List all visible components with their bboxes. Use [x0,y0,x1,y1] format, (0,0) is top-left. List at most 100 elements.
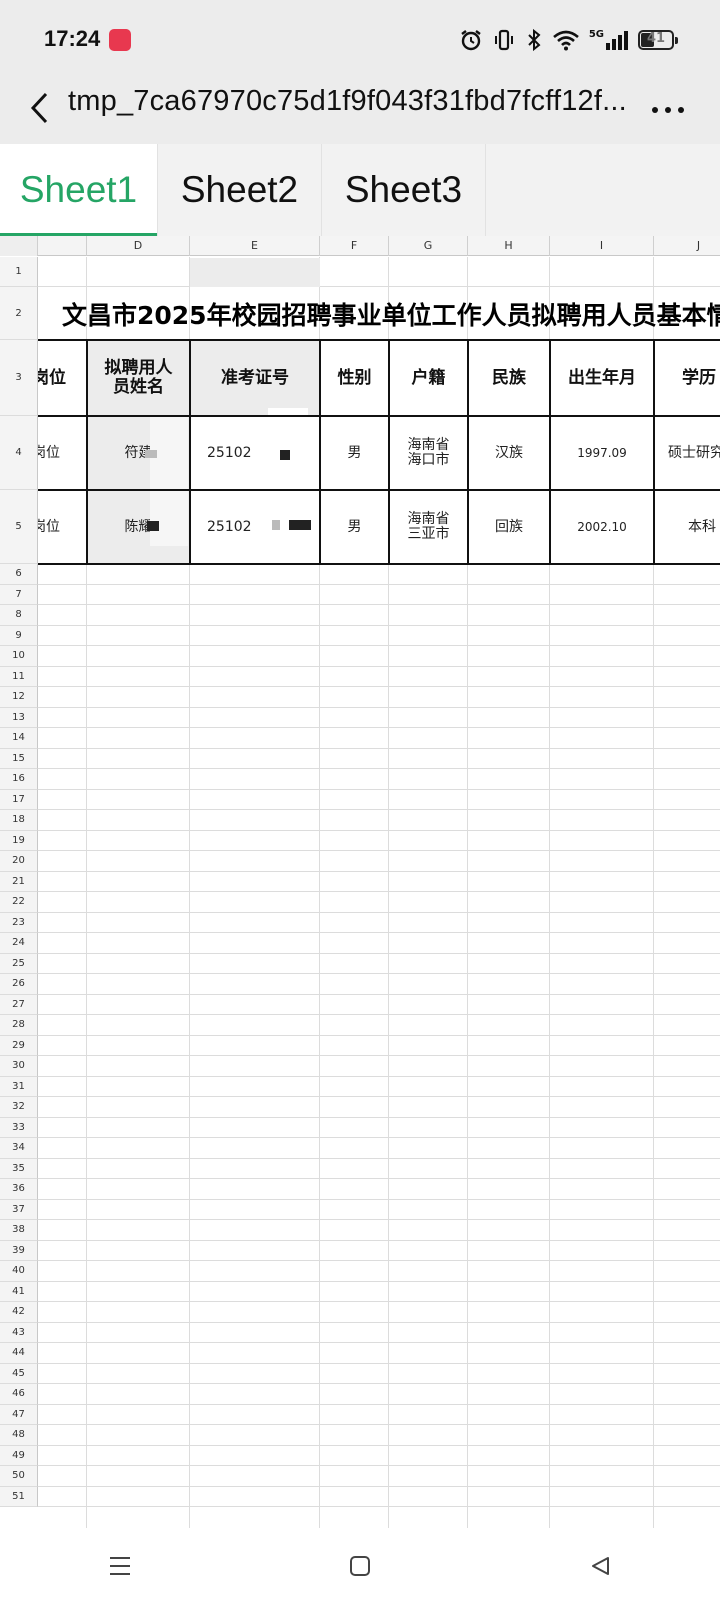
row-header[interactable]: 4 [0,416,38,490]
row-header[interactable]: 46 [0,1384,38,1405]
header-position[interactable]: 岗位 [38,340,87,416]
redaction-mark [272,520,280,530]
column-header-j[interactable]: J [654,236,720,256]
record-2-hukou[interactable]: 海南省三亚市 [389,490,468,564]
header-ethnicity[interactable]: 民族 [468,340,550,416]
column-header-g[interactable]: G [389,236,468,256]
row-header[interactable]: 15 [0,748,38,769]
row-header[interactable]: 47 [0,1404,38,1425]
row-header[interactable]: 30 [0,1056,38,1077]
row-header[interactable]: 9 [0,625,38,646]
row-header[interactable]: 40 [0,1261,38,1282]
record-1-hukou[interactable]: 海南省海口市 [389,416,468,490]
recent-apps-button[interactable] [90,1536,150,1596]
row-header[interactable]: 10 [0,646,38,667]
record-2-gender[interactable]: 男 [320,490,389,564]
row-header[interactable]: 5 [0,490,38,564]
tab-sheet3[interactable]: Sheet3 [322,144,486,236]
table-border [86,340,88,564]
row-header[interactable]: 20 [0,851,38,872]
column-header-d[interactable]: D [87,236,190,256]
row-header[interactable]: 32 [0,1097,38,1118]
row-header[interactable]: 13 [0,707,38,728]
row-header[interactable]: 16 [0,769,38,790]
column-header-f[interactable]: F [320,236,389,256]
back-button[interactable] [18,86,62,130]
app-notification-icon [109,29,131,51]
corner-cell[interactable] [0,236,38,256]
row-header[interactable]: 12 [0,687,38,708]
grid-line [38,1342,720,1343]
header-exam-id[interactable]: 准考证号 [190,340,320,416]
row-header[interactable]: 2 [0,287,38,340]
header-education[interactable]: 学历 [654,340,720,416]
record-2-education[interactable]: 本科 [654,490,720,564]
grid-line [38,686,720,687]
column-header-e[interactable]: E [190,236,320,256]
row-header[interactable]: 19 [0,830,38,851]
record-1-position[interactable]: 岗位 [38,416,87,490]
grid-line [38,1239,720,1241]
spreadsheet-grid[interactable]: D E F G H I J 1 2 3 4 5 6 7 8 9 10 11 12 13 14 15 16 17 1… [0,236,720,1528]
row-header[interactable]: 11 [0,666,38,687]
record-1-ethnicity[interactable]: 汉族 [468,416,550,490]
row-header[interactable]: 14 [0,728,38,749]
tab-sheet2[interactable]: Sheet2 [158,144,322,236]
row-header[interactable]: 34 [0,1138,38,1159]
header-gender[interactable]: 性别 [320,340,389,416]
record-2-birth[interactable]: 2002.10 [550,490,654,564]
row-header[interactable]: 41 [0,1281,38,1302]
row-header[interactable]: 25 [0,953,38,974]
row-header[interactable]: 36 [0,1179,38,1200]
row-header[interactable]: 24 [0,933,38,954]
row-header[interactable]: 37 [0,1199,38,1220]
row-header[interactable]: 33 [0,1117,38,1138]
row-header[interactable]: 50 [0,1466,38,1487]
record-2-ethnicity[interactable]: 回族 [468,490,550,564]
header-birth[interactable]: 出生年月 [550,340,654,416]
row-header[interactable]: 21 [0,871,38,892]
row-header[interactable]: 35 [0,1158,38,1179]
header-hukou[interactable]: 户籍 [389,340,468,416]
row-header[interactable]: 44 [0,1343,38,1364]
row-header[interactable]: 51 [0,1486,38,1507]
row-header[interactable]: 48 [0,1425,38,1446]
row-header[interactable]: 22 [0,892,38,913]
row-header[interactable]: 1 [0,257,38,287]
grid-line [38,1280,720,1282]
nav-back-button[interactable] [570,1536,630,1596]
column-header-c[interactable] [38,236,87,256]
more-options-button[interactable] [646,88,690,132]
column-header-h[interactable]: H [468,236,550,256]
row-header[interactable]: 45 [0,1363,38,1384]
row-header[interactable]: 29 [0,1035,38,1056]
battery-icon: 41 [638,30,678,50]
header-name[interactable]: 拟聘用人员姓名 [87,340,190,416]
row-header[interactable]: 8 [0,605,38,626]
row-header[interactable]: 42 [0,1302,38,1323]
row-header[interactable]: 43 [0,1322,38,1343]
tab-sheet1[interactable]: Sheet1 [0,144,158,236]
record-1-gender[interactable]: 男 [320,416,389,490]
row-header[interactable]: 26 [0,974,38,995]
home-button[interactable] [330,1536,390,1596]
row-header[interactable]: 18 [0,810,38,831]
row-header[interactable]: 7 [0,584,38,605]
row-header[interactable]: 39 [0,1240,38,1261]
record-1-birth[interactable]: 1997.09 [550,416,654,490]
row-header[interactable]: 23 [0,912,38,933]
row-header[interactable]: 49 [0,1445,38,1466]
grid-line [38,1485,720,1487]
row-header[interactable]: 3 [0,340,38,416]
grid-line [38,1034,720,1036]
row-header[interactable]: 27 [0,994,38,1015]
row-header[interactable]: 17 [0,789,38,810]
record-2-position[interactable]: 岗位 [38,490,87,564]
row-header[interactable]: 38 [0,1220,38,1241]
row-header[interactable]: 28 [0,1015,38,1036]
table-title[interactable]: 文昌市2025年校园招聘事业单位工作人员拟聘用人员基本情 [38,287,720,340]
row-header[interactable]: 31 [0,1076,38,1097]
row-header[interactable]: 6 [0,564,38,585]
record-1-education[interactable]: 硕士研究 [654,416,720,490]
column-header-i[interactable]: I [550,236,654,256]
